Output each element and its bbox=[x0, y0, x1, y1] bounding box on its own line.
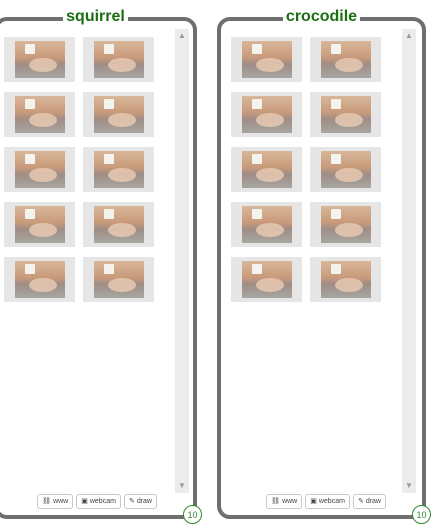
sample-photo bbox=[14, 96, 65, 133]
link-icon: ⛓ bbox=[271, 498, 281, 505]
sample-thumbnail[interactable] bbox=[231, 202, 302, 247]
sample-count-badge: 10 bbox=[412, 505, 431, 524]
sample-photo bbox=[93, 151, 144, 188]
sample-photo bbox=[93, 261, 144, 298]
scrollbar[interactable]: ▲ ▼ bbox=[402, 29, 416, 493]
sample-grid bbox=[4, 37, 164, 302]
webcam-button[interactable]: ▣ webcam bbox=[305, 494, 350, 509]
sample-thumbnail[interactable] bbox=[4, 37, 75, 82]
sample-photo bbox=[320, 96, 371, 133]
sample-grid bbox=[231, 37, 391, 302]
pencil-icon: ✎ bbox=[128, 498, 135, 505]
scroll-down-arrow-icon[interactable]: ▼ bbox=[402, 479, 416, 493]
class-title[interactable]: crocodile bbox=[282, 8, 361, 25]
draw-button[interactable]: ✎ draw bbox=[123, 494, 157, 509]
www-button[interactable]: ⛓ www bbox=[37, 494, 74, 509]
class-title[interactable]: squirrel bbox=[63, 8, 128, 25]
class-panel-squirrel: squirrel ▲ ▼ ⛓ www ▣ webcam ✎ draw 10 bbox=[0, 8, 202, 524]
sample-thumbnail[interactable] bbox=[231, 92, 302, 137]
sample-photo bbox=[14, 41, 65, 78]
webcam-button[interactable]: ▣ webcam bbox=[76, 494, 121, 509]
sample-photo bbox=[320, 206, 371, 243]
sample-photo bbox=[241, 206, 292, 243]
sample-thumbnail[interactable] bbox=[310, 257, 381, 302]
sample-count-badge: 10 bbox=[183, 505, 202, 524]
link-icon: ⛓ bbox=[42, 498, 52, 505]
sample-photo bbox=[14, 206, 65, 243]
scroll-down-arrow-icon[interactable]: ▼ bbox=[175, 479, 189, 493]
sample-thumbnail[interactable] bbox=[83, 37, 154, 82]
camera-icon: ▣ bbox=[81, 498, 88, 505]
sample-photo bbox=[241, 96, 292, 133]
sample-photo bbox=[93, 96, 144, 133]
sample-thumbnail[interactable] bbox=[83, 202, 154, 247]
draw-button[interactable]: ✎ draw bbox=[352, 494, 386, 509]
sample-thumbnail[interactable] bbox=[231, 37, 302, 82]
pencil-icon: ✎ bbox=[357, 498, 364, 505]
sample-thumbnail[interactable] bbox=[310, 37, 381, 82]
scroll-up-arrow-icon[interactable]: ▲ bbox=[402, 29, 416, 43]
sample-thumbnail[interactable] bbox=[310, 92, 381, 137]
sample-thumbnail[interactable] bbox=[4, 202, 75, 247]
sample-thumbnail[interactable] bbox=[83, 257, 154, 302]
sample-photo bbox=[320, 151, 371, 188]
class-panel-crocodile: crocodile ▲ ▼ ⛓ www ▣ webcam ✎ draw 10 bbox=[217, 8, 431, 524]
source-buttons: ⛓ www ▣ webcam ✎ draw bbox=[37, 494, 157, 509]
scroll-up-arrow-icon[interactable]: ▲ bbox=[175, 29, 189, 43]
sample-thumbnail[interactable] bbox=[4, 92, 75, 137]
sample-photo bbox=[93, 41, 144, 78]
sample-thumbnail[interactable] bbox=[310, 147, 381, 192]
sample-thumbnail[interactable] bbox=[4, 257, 75, 302]
sample-photo bbox=[241, 41, 292, 78]
sample-photo bbox=[14, 261, 65, 298]
sample-photo bbox=[241, 261, 292, 298]
sample-photo bbox=[14, 151, 65, 188]
sample-thumbnail[interactable] bbox=[310, 202, 381, 247]
sample-thumbnail[interactable] bbox=[83, 147, 154, 192]
sample-photo bbox=[93, 206, 144, 243]
sample-photo bbox=[320, 41, 371, 78]
sample-photo bbox=[320, 261, 371, 298]
sample-thumbnail[interactable] bbox=[231, 147, 302, 192]
camera-icon: ▣ bbox=[310, 498, 317, 505]
www-button[interactable]: ⛓ www bbox=[266, 494, 303, 509]
scrollbar[interactable]: ▲ ▼ bbox=[175, 29, 189, 493]
sample-thumbnail[interactable] bbox=[83, 92, 154, 137]
sample-thumbnail[interactable] bbox=[231, 257, 302, 302]
sample-thumbnail[interactable] bbox=[4, 147, 75, 192]
source-buttons: ⛓ www ▣ webcam ✎ draw bbox=[266, 494, 386, 509]
sample-photo bbox=[241, 151, 292, 188]
